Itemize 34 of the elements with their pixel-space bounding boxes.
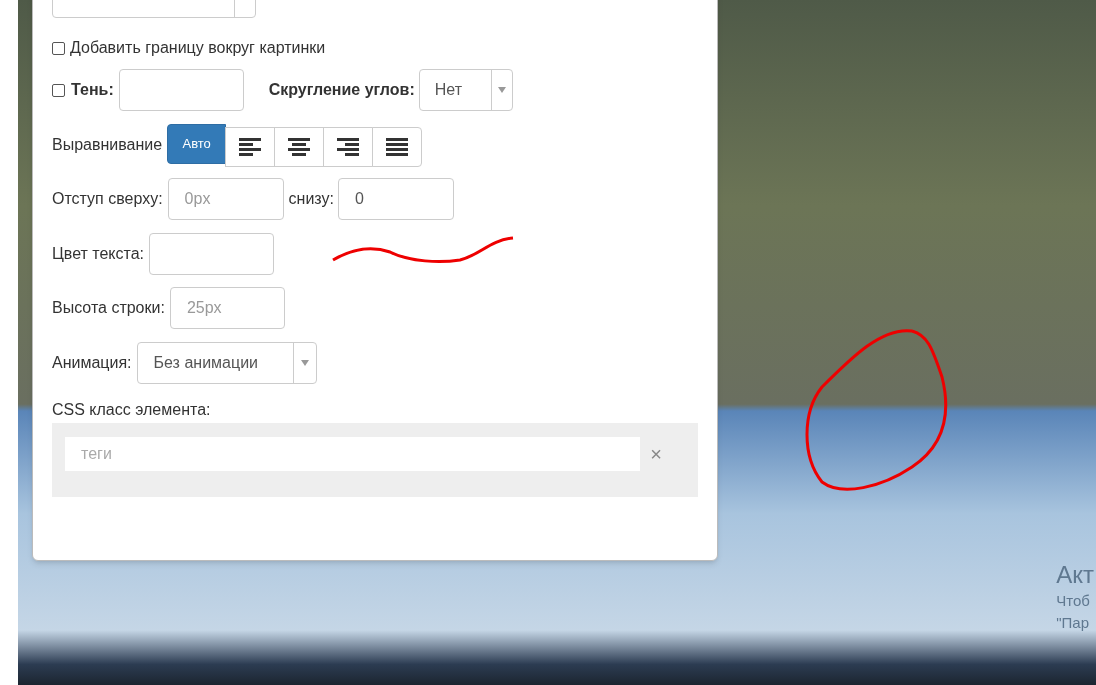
field-label: Высота строки:	[52, 298, 165, 318]
field-label: Анимация:	[52, 353, 132, 373]
align-center-icon	[288, 137, 311, 156]
animation-select[interactable]: Без анимации	[136, 342, 317, 384]
activation-notice-text: Чтоб	[1056, 591, 1091, 611]
field-label: Отступ сверху:	[52, 189, 163, 209]
align-right-icon	[337, 137, 360, 156]
text-color-input[interactable]	[149, 233, 274, 275]
align-button[interactable]	[274, 126, 325, 167]
checkbox[interactable]	[52, 41, 65, 55]
shadow-input[interactable]	[118, 69, 244, 111]
activation-notice-text: Акт	[1056, 560, 1094, 590]
field-label: снизу:	[288, 189, 334, 209]
line-height-input[interactable]: 25px	[169, 287, 285, 329]
field-label: Скругление углов:	[268, 80, 415, 100]
field-label: CSS класс элемента:	[52, 400, 212, 420]
activation-notice-text: "Пар	[1056, 613, 1090, 633]
tags-input[interactable]: теги	[65, 437, 641, 471]
checkbox[interactable]	[52, 83, 65, 97]
corner-radius-select[interactable]: Нет	[418, 69, 513, 111]
field-label: Выравнивание	[52, 135, 163, 155]
field-label: Цвет текста:	[52, 244, 144, 264]
checkbox-label: Добавить границу вокруг картинки	[70, 38, 326, 58]
align-button[interactable]	[225, 126, 276, 167]
align-button[interactable]	[372, 126, 423, 167]
margin-top-input[interactable]: 0px	[167, 178, 284, 220]
caret-icon	[497, 87, 506, 93]
align-button[interactable]	[323, 126, 374, 167]
align-justify-icon	[386, 137, 409, 156]
margin-bottom-input[interactable]: 0	[337, 178, 454, 220]
field-label: Тень:	[71, 80, 114, 100]
caret-icon	[300, 360, 309, 366]
auto-button[interactable]: Авто	[167, 123, 227, 164]
align-left-icon	[239, 137, 262, 156]
